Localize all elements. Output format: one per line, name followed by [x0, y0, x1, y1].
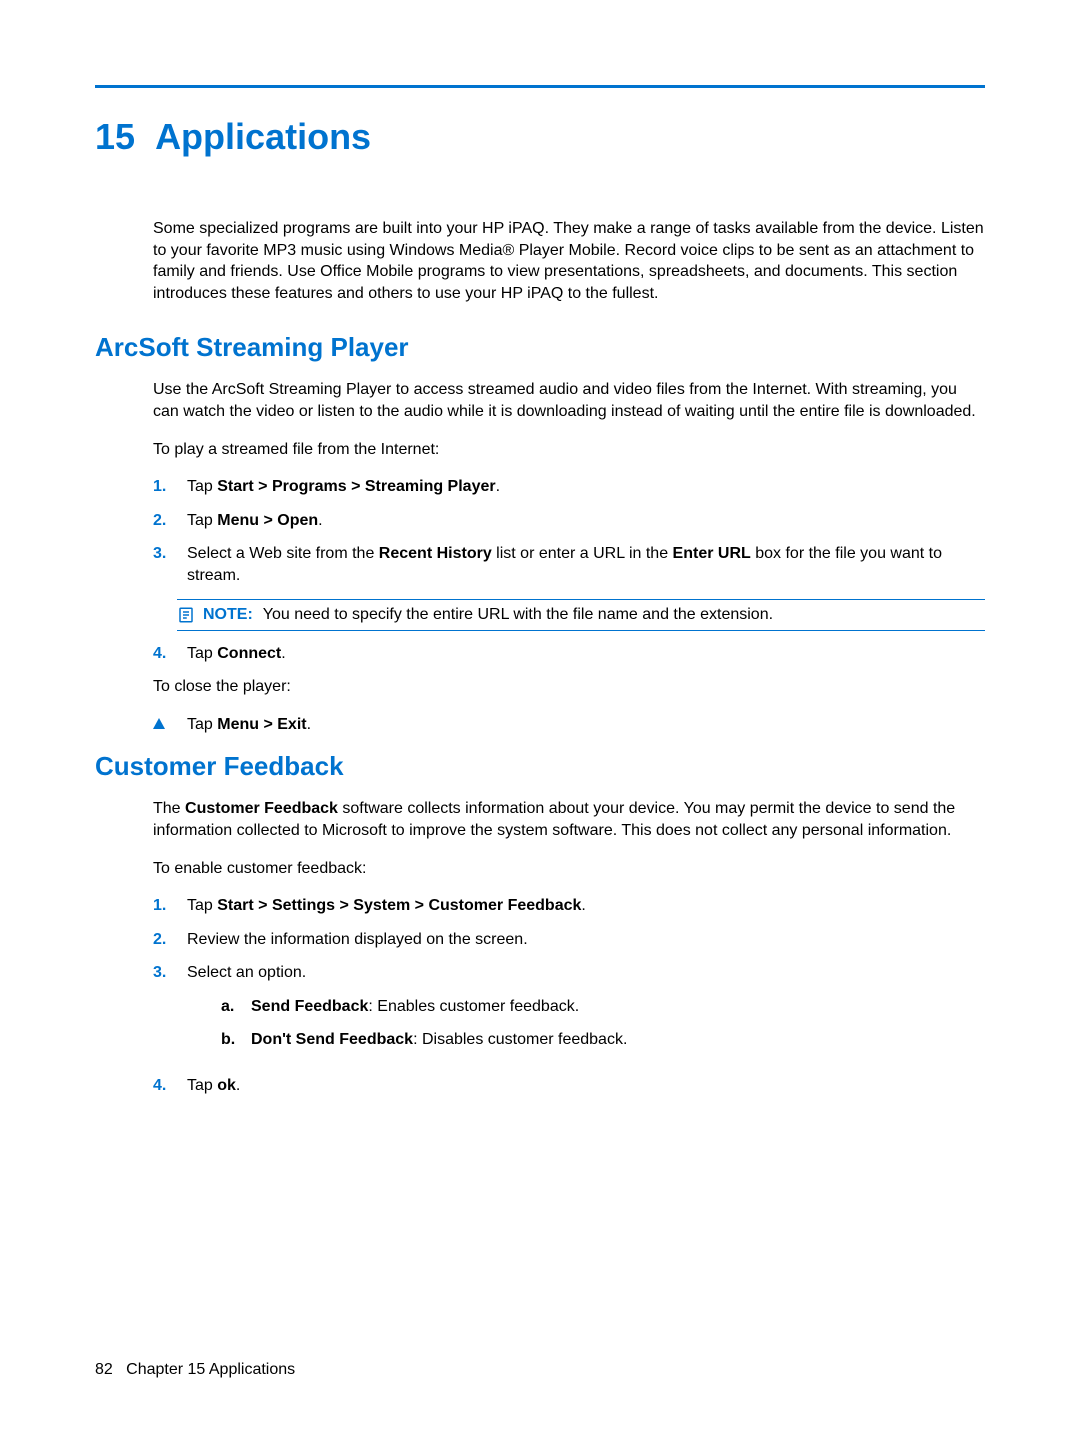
feedback-sub-b: b. Don't Send Feedback: Disables custome… — [221, 1029, 985, 1051]
arcsoft-step-4: 4. Tap Connect. — [153, 643, 985, 665]
feedback-para-1: The Customer Feedback software collects … — [153, 798, 985, 841]
step-content: Tap Connect. — [187, 643, 985, 665]
chapter-number: 15 — [95, 116, 135, 157]
step-marker: 3. — [153, 962, 187, 984]
arcsoft-steps: 1. Tap Start > Programs > Streaming Play… — [153, 476, 985, 586]
sub-marker: b. — [221, 1029, 251, 1051]
feedback-para-2: To enable customer feedback: — [153, 858, 985, 880]
arcsoft-close-list: Tap Menu > Exit. — [153, 714, 985, 736]
arcsoft-para-1: Use the ArcSoft Streaming Player to acce… — [153, 379, 985, 422]
step-content: Tap ok. — [187, 1075, 985, 1097]
step-content: Tap Menu > Open. — [187, 510, 985, 532]
note-block: NOTE: You need to specify the entire URL… — [177, 599, 985, 631]
top-rule — [95, 85, 985, 88]
sub-content: Send Feedback: Enables customer feedback… — [251, 996, 985, 1018]
step-marker: 4. — [153, 643, 187, 665]
feedback-step-2: 2. Review the information displayed on t… — [153, 929, 985, 951]
bullet-content: Tap Menu > Exit. — [187, 714, 311, 736]
chapter-title: 15 Applications — [95, 116, 985, 158]
arcsoft-close-item: Tap Menu > Exit. — [153, 714, 985, 736]
arcsoft-step-2: 2. Tap Menu > Open. — [153, 510, 985, 532]
feedback-step-1: 1. Tap Start > Settings > System > Custo… — [153, 895, 985, 917]
chapter-name: Applications — [155, 116, 371, 157]
feedback-step-4: 4. Tap ok. — [153, 1075, 985, 1097]
arcsoft-para-2: To play a streamed file from the Interne… — [153, 439, 985, 461]
arcsoft-step-1: 1. Tap Start > Programs > Streaming Play… — [153, 476, 985, 498]
note-text: You need to specify the entire URL with … — [263, 606, 773, 624]
footer-label: Chapter 15 Applications — [126, 1361, 295, 1378]
arcsoft-step-3: 3. Select a Web site from the Recent His… — [153, 543, 985, 586]
step-marker: 2. — [153, 929, 187, 951]
page-number: 82 — [95, 1361, 113, 1378]
triangle-icon — [153, 718, 165, 729]
arcsoft-close-label: To close the player: — [153, 676, 985, 698]
feedback-sub-a: a. Send Feedback: Enables customer feedb… — [221, 996, 985, 1018]
step-content: Select a Web site from the Recent Histor… — [187, 543, 985, 586]
feedback-step-3: 3. Select an option. a. Send Feedback: E… — [153, 962, 985, 1063]
step-marker: 3. — [153, 543, 187, 565]
feedback-sub-list: a. Send Feedback: Enables customer feedb… — [187, 996, 985, 1051]
intro-paragraph: Some specialized programs are built into… — [153, 218, 985, 304]
step-marker: 4. — [153, 1075, 187, 1097]
step-content: Select an option. a. Send Feedback: Enab… — [187, 962, 985, 1063]
note-icon — [177, 606, 195, 624]
step-marker: 2. — [153, 510, 187, 532]
section-arcsoft-title: ArcSoft Streaming Player — [95, 332, 985, 363]
step-marker: 1. — [153, 895, 187, 917]
sub-content: Don't Send Feedback: Disables customer f… — [251, 1029, 985, 1051]
note-label: NOTE: — [203, 606, 253, 624]
arcsoft-step-4-list: 4. Tap Connect. — [153, 643, 985, 665]
step-content: Tap Start > Settings > System > Customer… — [187, 895, 985, 917]
step-content: Review the information displayed on the … — [187, 929, 985, 951]
feedback-steps: 1. Tap Start > Settings > System > Custo… — [153, 895, 985, 1097]
section-feedback-title: Customer Feedback — [95, 751, 985, 782]
step-marker: 1. — [153, 476, 187, 498]
sub-marker: a. — [221, 996, 251, 1018]
page-footer: 82 Chapter 15 Applications — [95, 1361, 295, 1379]
step-content: Tap Start > Programs > Streaming Player. — [187, 476, 985, 498]
